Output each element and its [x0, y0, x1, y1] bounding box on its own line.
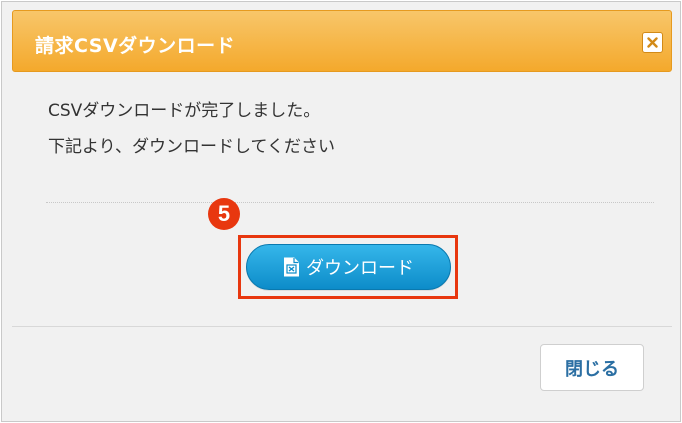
- close-button[interactable]: 閉じる: [540, 344, 644, 391]
- download-button-label: ダウンロード: [306, 258, 414, 279]
- dotted-divider: [46, 202, 654, 203]
- dialog-titlebar: 請求CSVダウンロード: [12, 10, 672, 72]
- csv-download-dialog: 請求CSVダウンロード CSVダウンロードが完了しました。 下記より、ダウンロー…: [1, 1, 681, 422]
- close-x-icon: [647, 37, 658, 48]
- close-button-label: 閉じる: [565, 358, 619, 380]
- close-x-button[interactable]: [642, 32, 663, 53]
- instruction-message: 下記より、ダウンロードしてください: [48, 137, 335, 157]
- download-button[interactable]: ダウンロード: [246, 244, 451, 290]
- completion-message: CSVダウンロードが完了しました。: [48, 101, 321, 121]
- step-number-badge: 5: [208, 198, 240, 230]
- spreadsheet-file-icon: [284, 257, 299, 277]
- dialog-title: 請求CSVダウンロード: [35, 35, 236, 57]
- footer-divider: [12, 326, 672, 327]
